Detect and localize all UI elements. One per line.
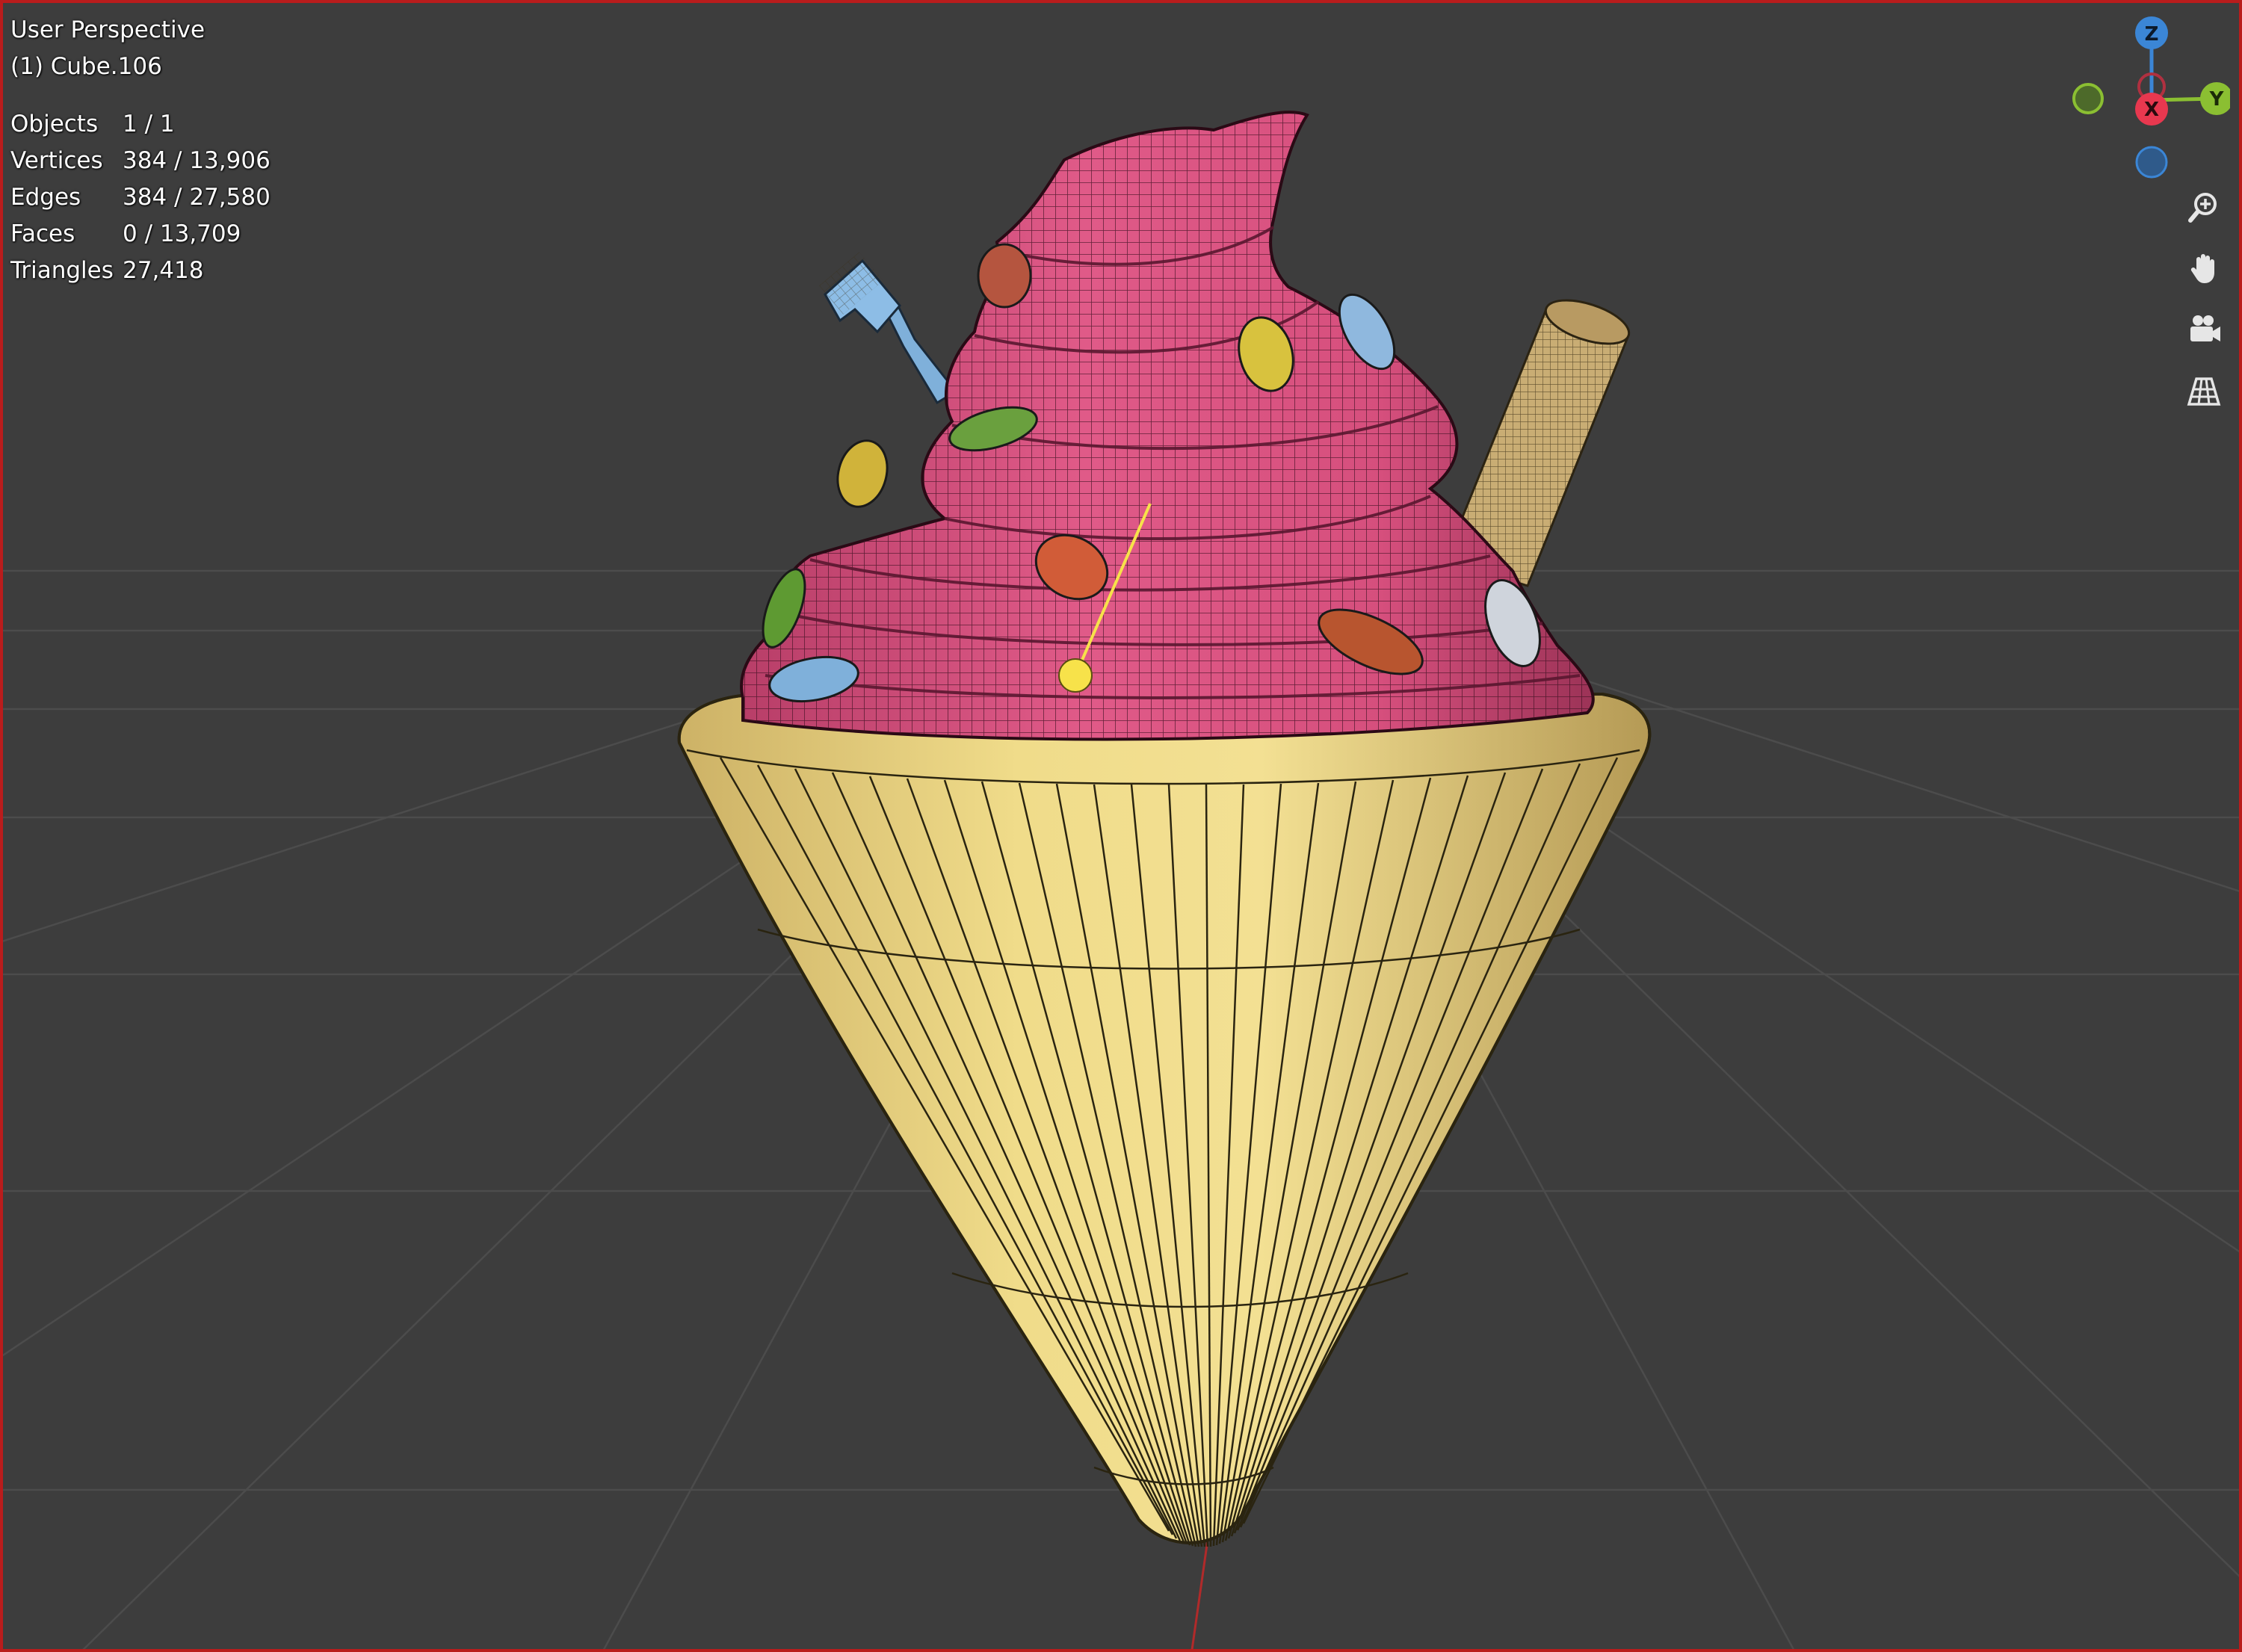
stat-objects: Objects 1 / 1 — [10, 106, 271, 143]
stat-vertices: Vertices 384 / 13,906 — [10, 143, 271, 179]
zoom-button[interactable] — [2178, 181, 2230, 233]
camera-view-icon — [2190, 315, 2220, 341]
stat-faces: Faces 0 / 13,709 — [10, 216, 271, 253]
spoon — [819, 252, 958, 405]
stat-value: 384 / 13,906 — [123, 147, 271, 174]
stat-label: Objects — [10, 111, 99, 137]
waffle-cone — [677, 693, 1652, 1547]
view-name: User Perspective — [10, 16, 206, 43]
stat-label: Faces — [10, 220, 75, 247]
active-object-name: (1) Cube.106 — [10, 53, 162, 80]
pan-button[interactable] — [2178, 242, 2230, 294]
stat-value: 0 / 13,709 — [123, 220, 241, 247]
axis-x-label: X — [2144, 99, 2159, 121]
sprinkle — [977, 243, 1032, 309]
sprinkle — [836, 439, 889, 508]
axis-negative-y-handle[interactable] — [2072, 83, 2104, 114]
stat-label: Edges — [10, 184, 81, 211]
stat-label: Vertices — [10, 147, 103, 174]
navigation-gizmo[interactable]: Z Y X — [2051, 10, 2230, 190]
stat-value: 384 / 27,580 — [123, 184, 271, 211]
stat-edges: Edges 384 / 27,580 — [10, 179, 271, 216]
stat-label: Triangles — [10, 257, 114, 284]
axis-negative-z-handle[interactable] — [2135, 146, 2168, 179]
viewport-navigation-tools — [2178, 181, 2232, 417]
viewport-info-overlay: User Perspective (1) Cube.106 Objects 1 /… — [10, 12, 271, 289]
hand-pan-icon — [2190, 254, 2214, 283]
axis-z-label: Z — [2145, 23, 2159, 46]
scene-canvas[interactable] — [3, 3, 2242, 1652]
axis-y-label: Y — [2209, 88, 2225, 111]
stat-value: 27,418 — [123, 257, 204, 284]
camera-view-button[interactable] — [2178, 303, 2230, 356]
orthographic-grid-icon — [2187, 377, 2221, 406]
3d-viewport[interactable]: User Perspective (1) Cube.106 Objects 1 /… — [0, 0, 2242, 1652]
stat-triangles: Triangles 27,418 — [10, 253, 271, 289]
scene-statistics: Objects 1 / 1 Vertices 384 / 13,906 Edges 3… — [10, 106, 271, 289]
stat-value: 1 / 1 — [123, 111, 175, 137]
toggle-orthographic-button[interactable] — [2178, 365, 2230, 417]
zoom-in-icon — [2188, 193, 2217, 223]
